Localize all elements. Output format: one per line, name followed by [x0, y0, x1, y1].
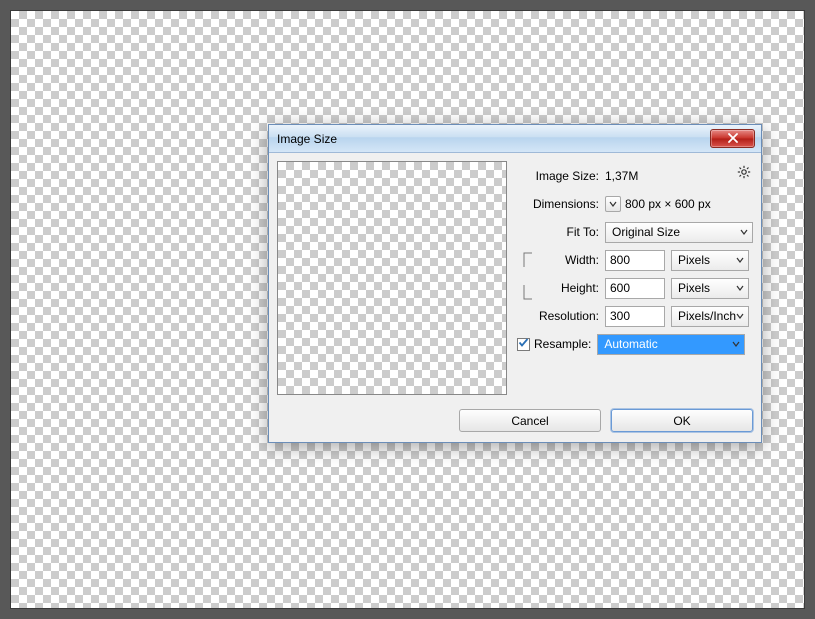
width-label: Width: — [527, 253, 605, 267]
resolution-unit-value: Pixels/Inch — [678, 309, 736, 323]
width-input[interactable]: 800 — [605, 250, 665, 271]
height-input[interactable]: 600 — [605, 278, 665, 299]
resample-label: Resample: — [534, 337, 591, 351]
resolution-label: Resolution: — [527, 309, 605, 323]
close-icon — [727, 132, 739, 146]
button-bar: Cancel OK — [269, 403, 761, 442]
image-size-row: Image Size: 1,37M — [527, 165, 753, 187]
dimensions-label: Dimensions: — [527, 197, 605, 211]
dimensions-row: Dimensions: 800 px × 600 px — [527, 193, 753, 215]
fit-to-select[interactable]: Original Size — [605, 222, 753, 243]
chevron-down-icon — [732, 337, 740, 351]
resolution-unit-select[interactable]: Pixels/Inch — [671, 306, 749, 327]
height-label: Height: — [527, 281, 605, 295]
fit-to-value: Original Size — [612, 225, 680, 239]
dimensions-unit-button[interactable] — [605, 196, 621, 212]
chevron-down-icon — [609, 197, 617, 211]
check-icon — [518, 337, 529, 351]
chevron-down-icon — [740, 225, 748, 239]
height-unit-select[interactable]: Pixels — [671, 278, 749, 299]
dialog-body: Image Size: 1,37M Dimensions: 800 px × 6… — [269, 153, 761, 403]
resolution-row: Resolution: 300 Pixels/Inch — [527, 305, 753, 327]
height-row: Height: 600 Pixels — [527, 277, 753, 299]
cancel-button[interactable]: Cancel — [459, 409, 601, 432]
preview-area — [277, 161, 507, 395]
resample-checkbox[interactable] — [517, 338, 530, 351]
resample-row: Resample: Automatic — [517, 333, 753, 355]
chevron-down-icon — [736, 281, 744, 295]
app-frame: Image Size — [10, 10, 805, 609]
resample-select[interactable]: Automatic — [597, 334, 745, 355]
titlebar[interactable]: Image Size — [269, 125, 761, 153]
fit-to-label: Fit To: — [527, 225, 605, 239]
image-size-dialog: Image Size — [268, 124, 762, 443]
dimensions-value: 800 px × 600 px — [625, 197, 711, 211]
fit-to-row: Fit To: Original Size — [527, 221, 753, 243]
resample-value: Automatic — [604, 337, 657, 351]
width-unit-value: Pixels — [678, 253, 710, 267]
image-size-value: 1,37M — [605, 169, 638, 183]
dialog-title: Image Size — [277, 132, 710, 146]
height-unit-value: Pixels — [678, 281, 710, 295]
close-button[interactable] — [710, 129, 755, 148]
chevron-down-icon — [736, 309, 744, 323]
image-size-label: Image Size: — [527, 169, 605, 183]
resolution-input[interactable]: 300 — [605, 306, 665, 327]
fields: Image Size: 1,37M Dimensions: 800 px × 6… — [517, 161, 753, 395]
width-row: Width: 800 Pixels — [527, 249, 753, 271]
chevron-down-icon — [736, 253, 744, 267]
constrain-proportions-button[interactable] — [520, 267, 534, 285]
width-unit-select[interactable]: Pixels — [671, 250, 749, 271]
ok-button[interactable]: OK — [611, 409, 753, 432]
